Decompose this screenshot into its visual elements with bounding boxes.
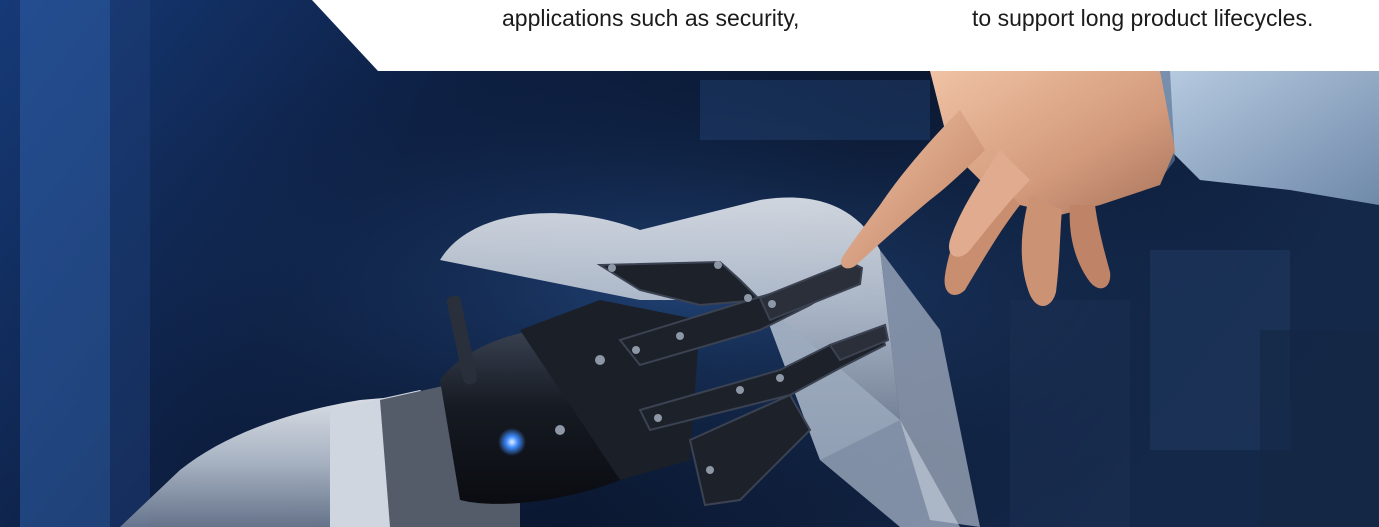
feature-text-right: to support long product lifecycles.	[972, 5, 1314, 31]
robot-hand-illustration	[0, 0, 1379, 527]
hero-image	[0, 0, 1379, 527]
led-indicator-icon	[498, 428, 526, 456]
page: applications such as security, to suppor…	[0, 0, 1379, 527]
feature-text-left: applications such as security,	[502, 5, 800, 31]
